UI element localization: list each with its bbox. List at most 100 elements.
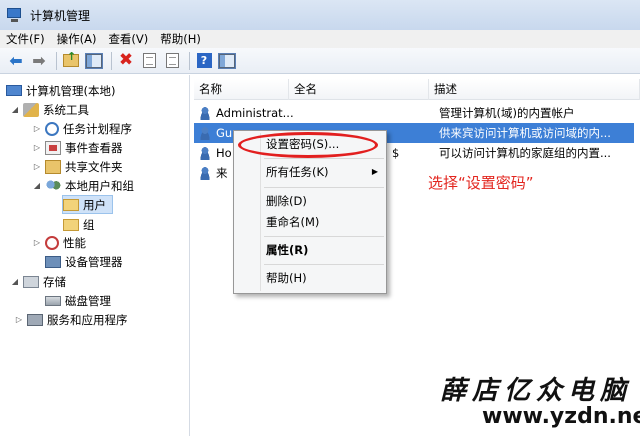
highlight-ellipse — [238, 132, 378, 158]
collapse-icon[interactable]: ◢ — [32, 181, 42, 190]
tree-item-root[interactable]: 计算机管理(本地) — [6, 81, 115, 100]
column-header-fullname[interactable]: 全名 — [289, 79, 429, 100]
export-list-button[interactable] — [162, 51, 182, 71]
up-one-level-button[interactable] — [61, 51, 81, 71]
tree-item-local-users-groups[interactable]: ◢ 本地用户和组 — [32, 176, 134, 195]
storage-icon — [23, 275, 39, 288]
forward-button[interactable]: ➡ — [29, 51, 49, 71]
expand-icon[interactable]: ▷ — [14, 315, 24, 324]
up-folder-icon — [63, 51, 79, 67]
services-icon — [27, 313, 43, 326]
properties-button[interactable] — [139, 51, 159, 71]
watermark-url: www.yzdn.net — [482, 404, 640, 429]
tree-item-services-apps[interactable]: ▷ 服务和应用程序 — [14, 310, 128, 329]
menu-gutter — [260, 133, 261, 291]
user-description: 管理计算机(域)的内置帐户 — [439, 106, 575, 120]
tree-item-label: 服务和应用程序 — [47, 312, 128, 327]
tools-icon — [23, 102, 39, 117]
menu-item-properties[interactable]: 属性(R) — [266, 240, 384, 260]
device-manager-icon — [45, 255, 61, 268]
tree-item-label: 任务计划程序 — [63, 121, 132, 136]
back-button[interactable]: ⬅ — [6, 51, 26, 71]
toolbar: ⬅ ➡ ✖ ? — [0, 48, 640, 74]
menu-bar: 文件(F) 操作(A) 查看(V) 帮助(H) — [0, 30, 640, 48]
submenu-arrow-icon: ▶ — [371, 167, 378, 176]
collapse-icon[interactable]: ◢ — [10, 277, 20, 286]
menu-help[interactable]: 帮助(H) — [160, 31, 201, 47]
tree-item-label: 存储 — [43, 274, 66, 289]
performance-icon — [45, 235, 59, 250]
menu-item-all-tasks[interactable]: 所有任务(K) ▶ — [266, 162, 384, 182]
help-button[interactable]: ? — [194, 51, 214, 71]
tree-item-label: 用户 — [83, 197, 106, 212]
show-hide-action-pane-button[interactable] — [217, 51, 237, 71]
export-list-icon — [165, 53, 179, 68]
menu-item-help[interactable]: 帮助(H) — [266, 268, 384, 288]
event-viewer-icon — [45, 140, 61, 155]
properties-icon — [142, 53, 156, 68]
user-name: Administrat... — [216, 106, 294, 120]
tree-item-storage[interactable]: ◢ 存储 — [10, 272, 66, 291]
tree-item-label: 组 — [83, 217, 95, 232]
tree-item-label: 事件查看器 — [65, 140, 123, 155]
delete-button[interactable]: ✖ — [116, 51, 136, 71]
user-fullname — [394, 103, 424, 123]
window-title: 计算机管理 — [30, 8, 91, 23]
user-icon — [198, 166, 212, 180]
disk-icon — [45, 295, 61, 306]
toolbar-separator — [56, 51, 57, 70]
folder-icon — [63, 218, 79, 231]
toolbar-separator — [189, 51, 190, 70]
tree-item-label: 系统工具 — [43, 102, 89, 117]
expand-icon[interactable]: ▷ — [32, 143, 42, 152]
tree-item-label: 性能 — [63, 235, 86, 250]
menu-action[interactable]: 操作(A) — [57, 31, 97, 47]
tree-item-shared-folders[interactable]: ▷ 共享文件夹 — [32, 157, 123, 176]
forward-arrow-icon: ➡ — [32, 50, 46, 70]
computer-management-icon — [6, 7, 24, 23]
title-bar: 计算机管理 — [0, 0, 640, 30]
user-description: 供来宾访问计算机或访问域的内... — [439, 126, 611, 140]
back-arrow-icon: ⬅ — [9, 50, 23, 70]
show-hide-tree-icon — [85, 52, 103, 69]
tree-item-label: 磁盘管理 — [65, 293, 111, 308]
column-header-name[interactable]: 名称 — [194, 79, 289, 100]
user-icon — [198, 146, 212, 160]
folder-icon — [63, 198, 79, 211]
menu-separator — [264, 158, 384, 159]
menu-view[interactable]: 查看(V) — [108, 31, 148, 47]
menu-file[interactable]: 文件(F) — [6, 31, 45, 47]
tree-item-groups[interactable]: 组 — [63, 215, 95, 234]
tree-item-label: 计算机管理(本地) — [26, 83, 116, 98]
expand-icon[interactable]: ▷ — [32, 162, 42, 171]
tree-item-system-tools[interactable]: ◢ 系统工具 — [10, 100, 89, 119]
tree-item-performance[interactable]: ▷ 性能 — [32, 233, 86, 252]
expand-icon[interactable]: ▷ — [32, 238, 42, 247]
tree-item-label: 本地用户和组 — [65, 178, 134, 193]
watermark-text: 薛店亿众电脑 — [440, 376, 633, 406]
instruction-annotation: 选择“设置密码” — [428, 174, 534, 192]
tree-item-users[interactable]: 用户 — [62, 195, 113, 214]
console-tree: 计算机管理(本地) ◢ 系统工具 ▷ 任务计划程序 ▷ 事件查看器 ▷ 共享文件… — [0, 75, 190, 436]
menu-separator — [264, 187, 384, 188]
user-icon — [198, 126, 212, 140]
menu-item-rename[interactable]: 重命名(M) — [266, 212, 384, 232]
shared-folder-icon — [45, 159, 61, 174]
menu-item-label: 所有任务(K) — [266, 165, 329, 179]
expand-icon[interactable]: ▷ — [32, 124, 42, 133]
tree-item-disk-management[interactable]: 磁盘管理 — [45, 291, 111, 310]
collapse-icon[interactable]: ◢ — [10, 105, 20, 114]
column-header-description[interactable]: 描述 — [429, 79, 640, 100]
clock-icon — [45, 121, 59, 136]
tree-item-task-scheduler[interactable]: ▷ 任务计划程序 — [32, 119, 132, 138]
user-icon — [198, 106, 212, 120]
menu-item-delete[interactable]: 删除(D) — [266, 191, 384, 211]
tree-item-device-manager[interactable]: 设备管理器 — [45, 252, 123, 271]
list-row[interactable]: Administrat... 管理计算机(域)的内置帐户 — [194, 103, 634, 123]
tree-item-label: 设备管理器 — [65, 254, 123, 269]
users-group-icon — [45, 178, 61, 193]
menu-separator — [264, 264, 384, 265]
show-hide-tree-button[interactable] — [84, 51, 104, 71]
user-description: 可以访问计算机的家庭组的内置... — [439, 146, 611, 160]
tree-item-event-viewer[interactable]: ▷ 事件查看器 — [32, 138, 123, 157]
